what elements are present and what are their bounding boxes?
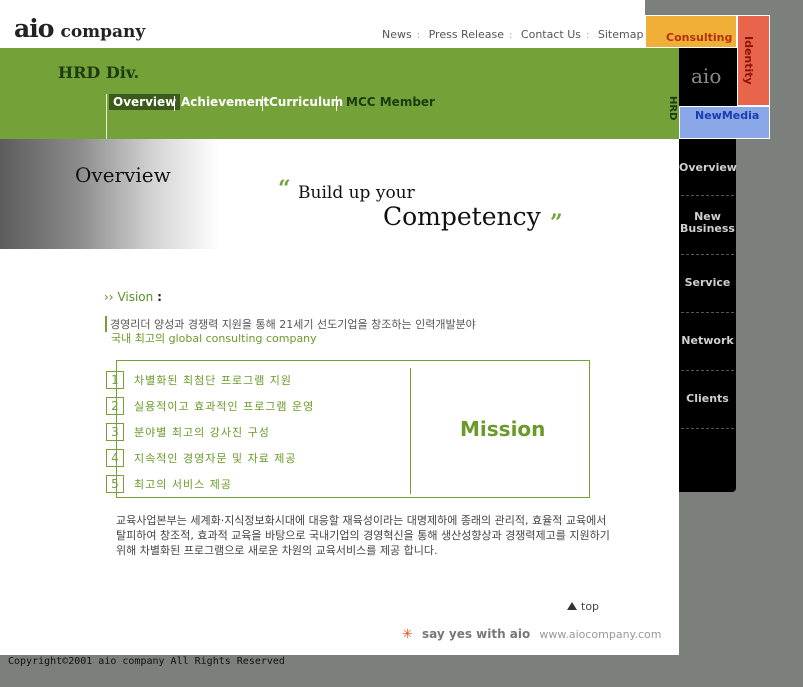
side-menu: Overview New Business Service Network Cl…	[679, 139, 737, 492]
logo-main: aio	[14, 14, 54, 43]
division-title: HRD Div.	[58, 63, 140, 82]
mission-item-text: 분야별 최고의 강사진 구성	[134, 425, 270, 439]
mission-item: 2 실용적이고 효과적인 프로그램 운영	[106, 395, 315, 415]
mission-item-number: 4	[106, 448, 124, 467]
top-nav-news[interactable]: News	[382, 28, 412, 41]
sub-nav: Overview Achievement Curriculum MCC Memb…	[106, 94, 680, 139]
description-paragraph: 교육사업본부는 세계화·지식정보화시대에 대응할 재육성이라는 대명제하에 종래…	[116, 514, 610, 557]
side-menu-divider	[681, 312, 734, 313]
top-nav-sitemap[interactable]: Sitemap	[598, 28, 644, 41]
tab-curriculum[interactable]: Curriculum	[265, 94, 347, 110]
hero-photo: Overview	[0, 139, 220, 249]
slogan-text: say yes with aio	[422, 627, 531, 641]
consulting-block[interactable]: Consulting	[645, 15, 737, 48]
side-menu-network[interactable]: Network	[679, 335, 736, 347]
logo-sub: company	[60, 22, 146, 42]
consulting-label: Consulting	[666, 31, 733, 44]
mission-title: Mission	[460, 417, 546, 441]
mission-item-text: 지속적인 경영자문 및 자료 제공	[134, 451, 297, 465]
vision-heading: ›› Vision :	[104, 290, 162, 304]
identity-label: Identity	[742, 36, 755, 85]
chevron-right-icon: ››	[104, 290, 114, 304]
slogan: ✳ say yes with aio www.aiocompany.com	[402, 623, 661, 642]
top-nav-press-release[interactable]: Press Release	[429, 28, 504, 41]
mission-item: 3 분야별 최고의 강사진 구성	[106, 421, 270, 441]
nav-separator: :	[416, 30, 421, 41]
aio-label: aio	[691, 64, 722, 88]
side-menu-clients[interactable]: Clients	[679, 393, 736, 405]
colon: :	[157, 290, 162, 304]
side-label-hrd: HRD	[667, 96, 678, 121]
nav-separator: :	[586, 30, 590, 41]
mission-item-number: 3	[106, 422, 124, 441]
top-nav-contact-us[interactable]: Contact Us	[521, 28, 581, 41]
top-label: top	[581, 600, 600, 613]
mission-item-number: 1	[106, 370, 124, 389]
top-nav: News: Press Release: Contact Us: Sitemap	[382, 28, 643, 41]
mission-item-text: 차별화된 최첨단 프로그램 지원	[134, 373, 293, 387]
side-menu-divider	[681, 195, 734, 196]
side-menu-overview[interactable]: Overview	[679, 162, 737, 174]
tab-divider	[262, 96, 263, 111]
side-menu-divider	[681, 254, 734, 255]
tab-achievement[interactable]: Achievement	[177, 94, 273, 110]
quote-close-icon: ”	[550, 210, 563, 236]
sparkle-icon: ✳	[402, 627, 413, 642]
overview-title: Overview	[75, 163, 171, 187]
mission-item-text: 실용적이고 효과적인 프로그램 운영	[134, 399, 315, 413]
mission-divider	[410, 368, 411, 494]
aio-block[interactable]: aio	[679, 48, 737, 106]
vision-label: Vision	[117, 290, 154, 304]
mission-item: 1 차별화된 최첨단 프로그램 지원	[106, 369, 293, 389]
arrow-up-icon	[567, 602, 577, 610]
mission-item-number: 5	[106, 474, 124, 493]
nav-separator: :	[509, 30, 513, 41]
newmedia-block[interactable]: NewMedia	[679, 106, 770, 139]
side-menu-new-business[interactable]: New Business	[679, 211, 736, 235]
headline-line2: Competency	[383, 202, 541, 231]
mission-item-number: 2	[106, 396, 124, 415]
tab-overview[interactable]: Overview	[109, 94, 181, 110]
mission-item-text: 최고의 서비스 제공	[134, 477, 232, 491]
vision-line2: 국내 최고의 global consulting company	[111, 332, 317, 345]
tab-divider	[336, 96, 337, 111]
site-url[interactable]: www.aiocompany.com	[539, 628, 661, 641]
tab-mcc-member[interactable]: MCC Member	[342, 94, 439, 110]
mission-item: 5 최고의 서비스 제공	[106, 473, 232, 493]
quote-open-icon: “	[278, 176, 291, 202]
company-logo[interactable]: aio company	[14, 14, 145, 43]
back-to-top-link[interactable]: top	[567, 600, 599, 613]
headline-line1: Build up your	[298, 183, 415, 203]
identity-block[interactable]: Identity	[737, 15, 770, 106]
side-menu-divider	[681, 428, 734, 429]
tab-divider	[174, 96, 175, 111]
copyright: Copyright©2001 aio company All Rights Re…	[8, 656, 285, 667]
mission-item: 4 지속적인 경영자문 및 자료 제공	[106, 447, 297, 467]
newmedia-label: NewMedia	[695, 109, 760, 122]
side-menu-service[interactable]: Service	[679, 277, 736, 289]
side-menu-divider	[681, 370, 734, 371]
